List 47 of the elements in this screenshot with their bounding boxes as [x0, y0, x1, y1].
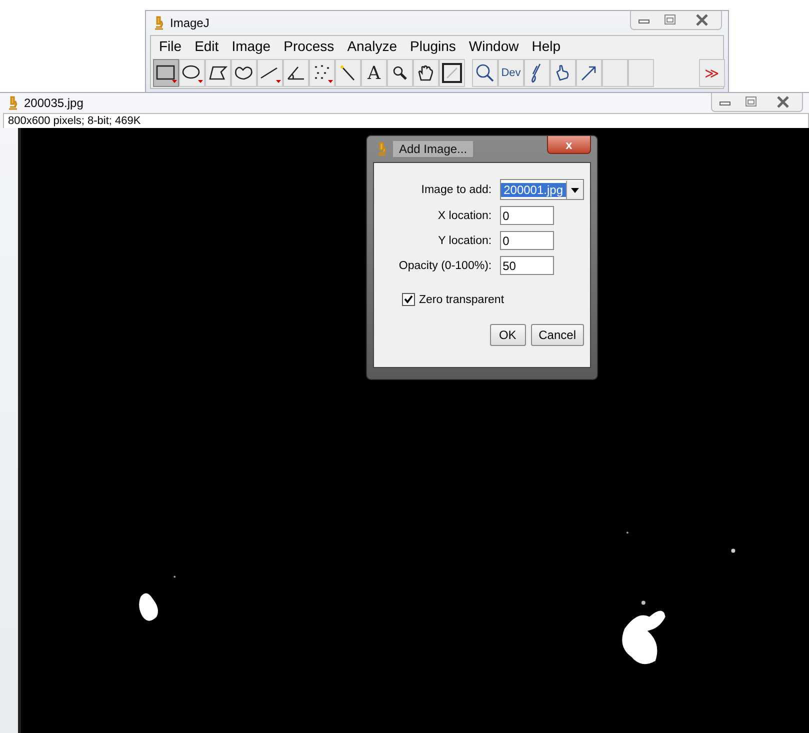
tool-button[interactable] — [413, 59, 439, 87]
tool-button[interactable] — [179, 59, 205, 87]
menu-item[interactable]: Analyze — [347, 38, 397, 56]
tool-button[interactable] — [524, 59, 550, 87]
checkbox-label: Zero transparent — [419, 294, 504, 306]
menu-item[interactable]: Process — [284, 38, 334, 56]
image-info: 800x600 pixels; 8-bit; 469K — [3, 113, 809, 128]
tool-button[interactable] — [576, 59, 602, 87]
tool-button[interactable]: A — [361, 59, 387, 87]
field-label: Opacity (0-100%): — [398, 260, 492, 272]
tool-button[interactable]: ≫ — [699, 59, 725, 87]
dialog-button[interactable]: OK — [490, 324, 526, 346]
input-field[interactable]: 50 — [500, 256, 554, 275]
search-icon — [474, 62, 496, 84]
window-title: ImageJ — [170, 16, 210, 30]
menu-item[interactable]: Plugins — [410, 38, 456, 56]
menu-item[interactable]: Window — [468, 38, 519, 56]
field-label: Image to add: — [420, 184, 492, 196]
menu-item[interactable]: Edit — [194, 38, 219, 56]
menu-item[interactable]: File — [159, 38, 182, 56]
window-title: 200035.jpg — [24, 96, 84, 110]
tool-button[interactable] — [205, 59, 231, 87]
dialog-title: Add Image... — [393, 141, 474, 157]
menu-item[interactable]: Image — [232, 38, 271, 56]
input-field[interactable]: 0 — [500, 206, 554, 225]
tool-button[interactable] — [439, 59, 465, 87]
close-button[interactable]: x — [547, 136, 591, 154]
image-dropdown[interactable]: 200001.jpg — [500, 179, 584, 200]
microscope-icon — [154, 16, 164, 30]
tool-button[interactable] — [283, 59, 309, 87]
checkbox[interactable] — [402, 293, 415, 306]
input-field[interactable]: 0 — [500, 231, 554, 250]
square-icon — [441, 62, 463, 84]
tool-button[interactable] — [387, 59, 413, 87]
tool-button[interactable] — [472, 59, 498, 87]
tool-button[interactable] — [550, 59, 576, 87]
field-label: Y location: — [437, 234, 492, 246]
tool-button[interactable] — [153, 59, 179, 87]
tool-button[interactable] — [231, 59, 257, 87]
tool-button[interactable] — [257, 59, 283, 87]
menu-item[interactable]: Help — [532, 38, 561, 56]
tool-button[interactable] — [335, 59, 361, 87]
dialog-button[interactable]: Cancel — [530, 324, 584, 346]
microscope-icon — [8, 96, 18, 110]
field-label: X location: — [436, 210, 492, 222]
microscope-icon — [377, 142, 387, 156]
tool-button[interactable]: Dev — [498, 59, 524, 87]
